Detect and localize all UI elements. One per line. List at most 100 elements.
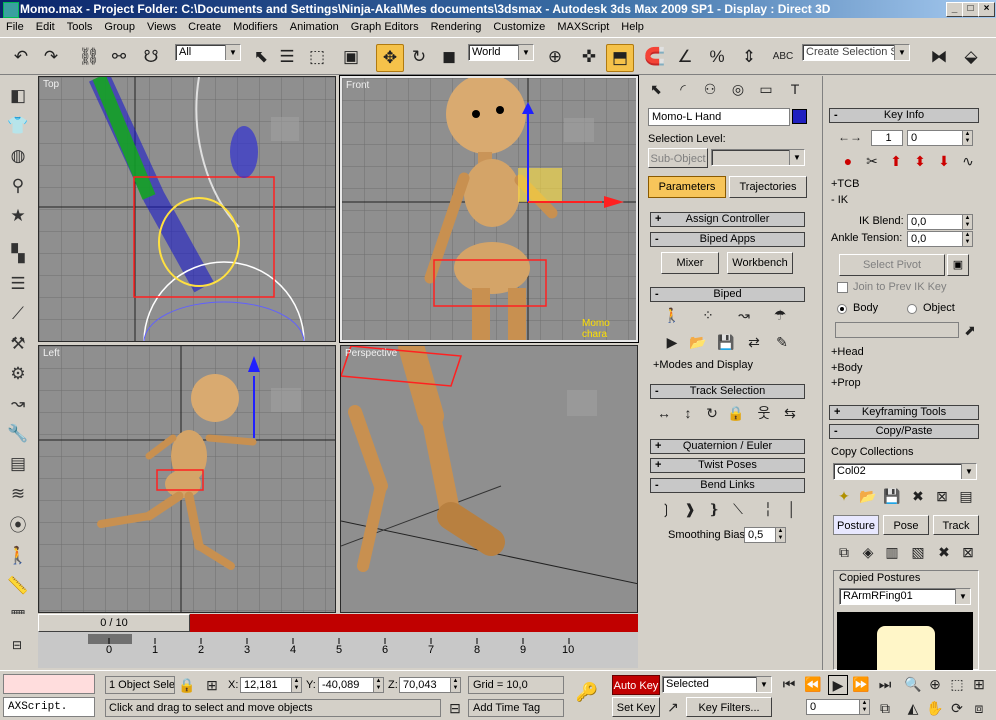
ik-expander[interactable]: - IK bbox=[831, 194, 848, 206]
menu-modifiers[interactable]: Modifiers bbox=[227, 18, 284, 37]
assign-controller-rollout[interactable]: + Assign Controller bbox=[650, 212, 805, 227]
key-mode-icon[interactable]: ↗ bbox=[664, 698, 682, 716]
delete-all-postures-icon[interactable]: ⊠ bbox=[959, 543, 977, 561]
viewport-front-label[interactable]: Front bbox=[346, 80, 369, 91]
undo-icon[interactable]: ↶ bbox=[8, 44, 34, 70]
redo-icon[interactable]: ↷ bbox=[38, 44, 64, 70]
ik-blend-spinner[interactable]: 0,0 ▲ ▼ bbox=[907, 214, 973, 230]
prop-expander[interactable]: +Prop bbox=[831, 377, 861, 389]
paste-opposite-icon[interactable]: ▧ bbox=[909, 543, 927, 561]
set-key-icon[interactable]: ● bbox=[839, 152, 857, 170]
delete-collection-icon[interactable]: ✖ bbox=[909, 487, 927, 505]
maxscript-listener-pink[interactable] bbox=[3, 674, 95, 694]
zoom-icon[interactable]: 🔍 bbox=[904, 675, 922, 693]
percent-snap-icon[interactable]: % bbox=[704, 44, 730, 70]
menu-rendering[interactable]: Rendering bbox=[425, 18, 488, 37]
select-and-scale-icon[interactable]: ◼ bbox=[436, 44, 462, 70]
footstep-mode-icon[interactable]: ⁘ bbox=[699, 306, 717, 324]
workbench-button[interactable]: Workbench bbox=[727, 252, 793, 274]
link-icon[interactable]: ⛓ bbox=[76, 44, 102, 70]
align-icon[interactable]: ⬙ bbox=[958, 44, 984, 70]
select-and-manipulate-icon[interactable]: ✜ bbox=[576, 44, 602, 70]
max-load-icon[interactable]: ▤ bbox=[957, 487, 975, 505]
close-button[interactable]: × bbox=[978, 2, 995, 17]
viewport-top[interactable]: Top bbox=[38, 76, 336, 342]
cloth-icon[interactable]: ▤ bbox=[5, 452, 31, 476]
absolute-mode-icon[interactable]: ⊞ bbox=[203, 676, 221, 694]
sub-object-button[interactable]: Sub-Object bbox=[648, 148, 708, 168]
object-radio[interactable] bbox=[907, 304, 917, 314]
move-all-mode-icon[interactable]: ✎ bbox=[773, 333, 791, 351]
edit-named-selection-icon[interactable]: ABC bbox=[770, 44, 796, 70]
hammer-icon[interactable]: ⚒ bbox=[5, 332, 31, 356]
window-crossing-icon[interactable]: ▣ bbox=[338, 44, 364, 70]
twist-individual-mode-icon[interactable]: ❵ bbox=[705, 500, 723, 518]
set-key-button[interactable]: Set Key bbox=[612, 697, 660, 717]
save-file-icon[interactable]: 💾 bbox=[717, 333, 735, 351]
body-radio[interactable] bbox=[837, 304, 847, 314]
tab-parameters[interactable]: Parameters bbox=[648, 176, 726, 198]
set-free-key-icon[interactable]: ⬇ bbox=[935, 152, 953, 170]
go-to-start-icon[interactable]: ⏮ bbox=[780, 675, 798, 693]
mixer-mode-icon[interactable]: ☂ bbox=[771, 306, 789, 324]
keyframing-tools-rollout[interactable]: + Keyframing Tools bbox=[829, 405, 979, 420]
delete-key-icon[interactable]: ✂ bbox=[863, 152, 881, 170]
tcb-expander[interactable]: +TCB bbox=[831, 178, 859, 190]
menu-tools[interactable]: Tools bbox=[61, 18, 99, 37]
load-collection-icon[interactable]: 📂 bbox=[859, 487, 877, 505]
play-icon[interactable]: ▶ bbox=[828, 675, 848, 695]
copy-paste-rollout[interactable]: - Copy/Paste bbox=[829, 424, 979, 439]
mixer-button[interactable]: Mixer bbox=[661, 252, 719, 274]
twist-poses-rollout[interactable]: + Twist Poses bbox=[650, 458, 805, 473]
create-tab-icon[interactable]: ⬉ bbox=[647, 80, 665, 98]
snap-toggle-icon[interactable]: 🧲 bbox=[642, 44, 668, 70]
set-planted-key-icon[interactable]: ⬆ bbox=[887, 152, 905, 170]
pivot-center-icon[interactable]: ⊕ bbox=[542, 44, 568, 70]
zero-all-icon[interactable]: │ bbox=[783, 500, 801, 518]
arc-rotate-icon[interactable]: ⟳ bbox=[948, 699, 966, 717]
modes-and-display-label[interactable]: +Modes and Display bbox=[653, 359, 753, 371]
key-icon[interactable]: 🔑 bbox=[574, 683, 600, 701]
twist-links-mode-icon[interactable]: ❱ bbox=[681, 500, 699, 518]
auto-key-button[interactable]: Auto Key bbox=[612, 675, 660, 695]
modify-tab-icon[interactable]: ◜ bbox=[674, 80, 692, 98]
prev-next-key-icon[interactable]: ←→ bbox=[835, 128, 865, 146]
smooth-twist-mode-icon[interactable]: ⟍ bbox=[729, 500, 747, 518]
add-time-tag-button[interactable]: Add Time Tag bbox=[468, 699, 564, 717]
set-sliding-key-icon[interactable]: ⬍ bbox=[911, 152, 929, 170]
biped-icon[interactable]: 🚶 bbox=[5, 544, 31, 568]
bend-links-rollout[interactable]: - Bend Links bbox=[650, 478, 805, 493]
copy-posture-icon[interactable]: ⧉ bbox=[835, 543, 853, 561]
time-slider[interactable]: 0 / 10 bbox=[38, 614, 638, 632]
join-prev-ik-checkbox[interactable] bbox=[837, 282, 848, 293]
star-icon[interactable]: ★ bbox=[5, 204, 31, 228]
object-color-swatch[interactable] bbox=[792, 109, 807, 124]
ankle-tension-spinner[interactable]: 0,0 ▲ ▼ bbox=[907, 231, 973, 247]
pivot-toggle-button[interactable]: ▣ bbox=[947, 254, 969, 276]
body-rotation-icon[interactable]: ↻ bbox=[703, 404, 721, 422]
delete-all-collections-icon[interactable]: ⊠ bbox=[933, 487, 951, 505]
key-time-spinner[interactable]: 0 ▲ ▼ bbox=[907, 130, 973, 146]
symmetrical-icon[interactable]: 웃 bbox=[755, 404, 773, 422]
named-selection-sets-input[interactable]: Create Selection Set ▼ bbox=[802, 44, 910, 61]
object-name-field[interactable]: Momo-L Hand bbox=[648, 108, 790, 126]
key-number-field[interactable]: 1 bbox=[871, 130, 903, 146]
zoom-extents-icon[interactable]: ⬚ bbox=[948, 675, 966, 693]
biped-apps-rollout[interactable]: - Biped Apps bbox=[650, 232, 805, 247]
lock-cop-icon[interactable]: 🔒 bbox=[727, 404, 745, 422]
viewport-left-label[interactable]: Left bbox=[43, 348, 60, 359]
viewport-left[interactable]: Left bbox=[38, 345, 336, 613]
convert-icon[interactable]: ⇄ bbox=[745, 333, 763, 351]
time-configuration-icon[interactable]: ⧉ bbox=[876, 699, 894, 717]
play-biped-icon[interactable]: ▶ bbox=[663, 333, 681, 351]
go-to-end-icon[interactable]: ⏭ bbox=[876, 675, 894, 693]
bone-icon[interactable]: ⟋ bbox=[5, 302, 31, 326]
viewport-perspective[interactable]: Perspective bbox=[340, 345, 638, 613]
spinner-snap-icon[interactable]: ⇕ bbox=[736, 44, 762, 70]
menu-views[interactable]: Views bbox=[141, 18, 182, 37]
menu-help[interactable]: Help bbox=[615, 18, 650, 37]
pick-object-icon[interactable]: ⬈ bbox=[961, 321, 979, 339]
menu-create[interactable]: Create bbox=[182, 18, 227, 37]
checker-icon[interactable]: ▚ bbox=[5, 242, 31, 266]
quaternion-euler-rollout[interactable]: + Quaternion / Euler bbox=[650, 439, 805, 454]
